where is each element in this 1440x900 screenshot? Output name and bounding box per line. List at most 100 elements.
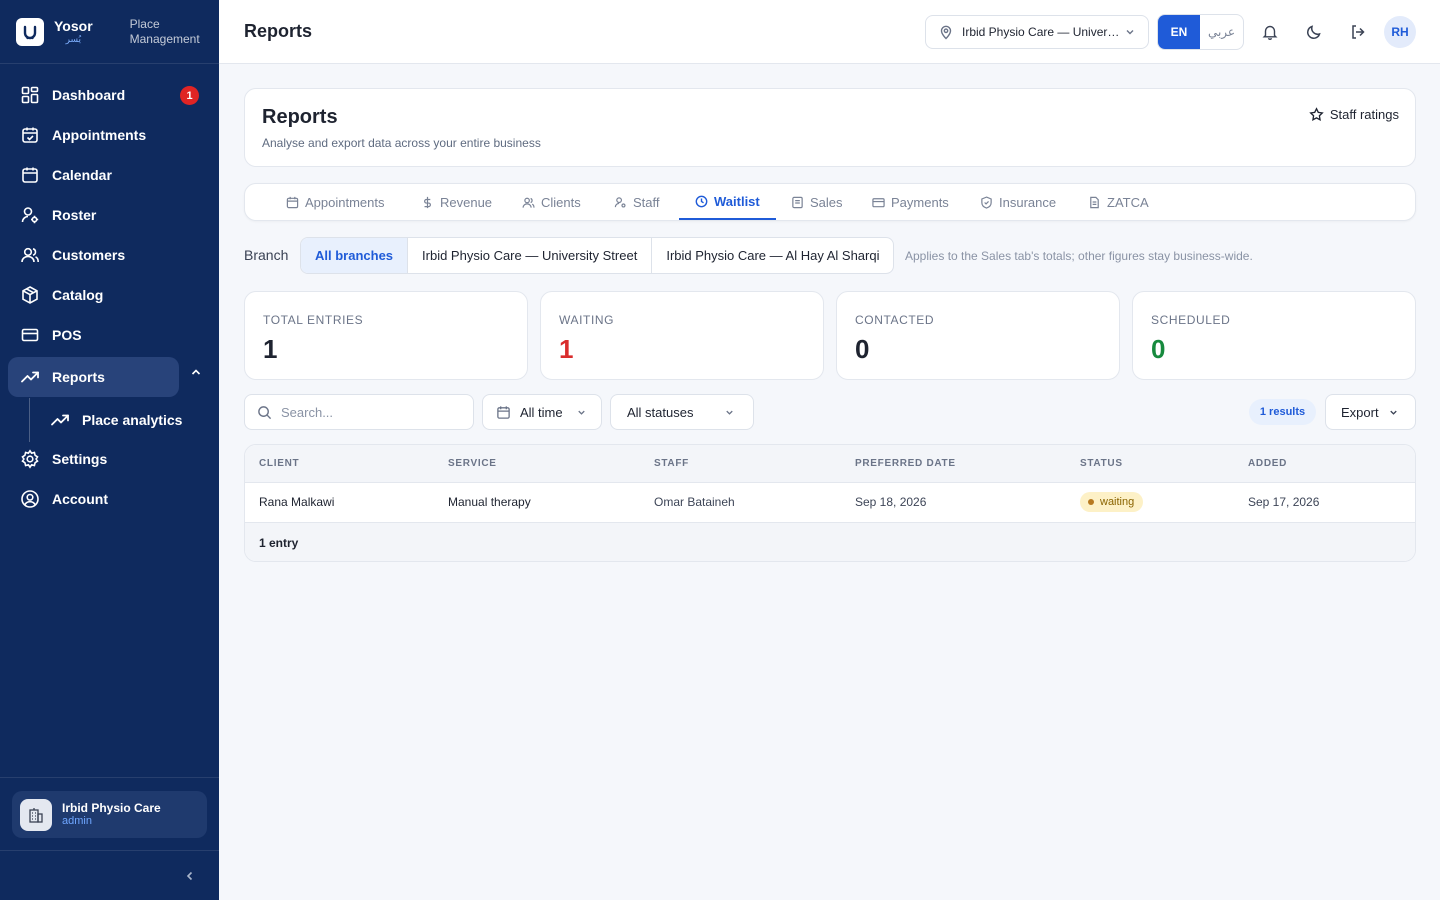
- stat-card-waiting: WAITING 1: [540, 291, 824, 380]
- shield-check-icon: [981, 195, 992, 209]
- moon-icon[interactable]: [1302, 20, 1326, 44]
- staff-ratings-button[interactable]: Staff ratings: [1309, 107, 1399, 122]
- users-icon: [20, 245, 40, 265]
- sidebar-item-appointments[interactable]: Appointments: [8, 115, 211, 155]
- user-gear-icon: [614, 196, 626, 208]
- sidebar-item-label: Customers: [52, 247, 126, 263]
- sidebar-item-settings[interactable]: Settings: [8, 439, 211, 479]
- stat-label: CONTACTED: [855, 313, 935, 327]
- table-header: CLIENT SERVICE STAFF PREFERRED DATE STAT…: [245, 445, 1415, 483]
- status-filter-dropdown[interactable]: All statuses: [610, 394, 754, 430]
- sidebar-item-label: Dashboard: [52, 87, 126, 103]
- chevron-down-icon: [1126, 30, 1134, 35]
- stat-label: SCHEDULED: [1151, 313, 1231, 327]
- branch-select[interactable]: Irbid Physio Care — University Street: [925, 15, 1149, 49]
- stat-value: 1: [559, 334, 574, 364]
- cell-added: Sep 17, 2026: [1248, 495, 1320, 509]
- sidebar-item-label: Appointments: [52, 127, 147, 143]
- column-header[interactable]: ADDED: [1248, 458, 1287, 469]
- map-pin-icon: [940, 25, 952, 40]
- stat-card-contacted: CONTACTED 0: [836, 291, 1120, 380]
- tab-zatca[interactable]: ZATCA: [1088, 184, 1149, 220]
- tab-clients[interactable]: Clients: [522, 184, 581, 220]
- brand-name-ar: يُسر: [65, 34, 82, 44]
- search-input[interactable]: [281, 404, 461, 420]
- calendar-icon: [286, 196, 299, 208]
- calendar-icon: [20, 165, 40, 185]
- column-header[interactable]: SERVICE: [448, 458, 497, 469]
- sidebar-item-roster[interactable]: Roster: [8, 195, 211, 235]
- star-icon: [1309, 107, 1324, 121]
- entry-count: 1 entry: [259, 536, 299, 550]
- org-role: admin: [62, 815, 92, 828]
- sidebar-item-dashboard[interactable]: Dashboard 1: [8, 75, 211, 115]
- tab-insurance[interactable]: Insurance: [980, 184, 1056, 220]
- org-switcher[interactable]: Irbid Physio Care admin: [12, 791, 207, 838]
- building-icon: [20, 798, 52, 831]
- status-text: waiting: [1100, 496, 1135, 508]
- tab-label: Sales: [810, 194, 843, 210]
- branch-option-all[interactable]: All branches: [301, 238, 409, 273]
- sidebar-item-catalog[interactable]: Catalog: [8, 275, 211, 315]
- cell-service: Manual therapy: [448, 495, 531, 509]
- yosor-logo-icon[interactable]: [16, 17, 44, 46]
- sidebar-item-label: Reports: [52, 369, 105, 385]
- stat-card-scheduled: SCHEDULED 0: [1132, 291, 1416, 380]
- branch-filter-label: Branch: [244, 247, 289, 263]
- trending-up-icon: [50, 410, 70, 430]
- bell-icon[interactable]: [1258, 20, 1282, 44]
- tab-appointments[interactable]: Appointments: [286, 184, 385, 220]
- sidebar-item-label: Settings: [52, 451, 108, 467]
- report-tabs: Appointments Revenue Clients Staff Waitl…: [244, 183, 1416, 221]
- tab-sales[interactable]: Sales: [791, 184, 843, 220]
- sidebar-item-pos[interactable]: POS: [8, 315, 211, 355]
- trending-up-icon: [20, 367, 40, 387]
- tab-staff[interactable]: Staff: [614, 184, 660, 220]
- tab-label: Payments: [891, 194, 949, 210]
- logout-icon[interactable]: [1346, 20, 1370, 44]
- avatar[interactable]: RH: [1384, 16, 1416, 48]
- sidebar-item-reports[interactable]: Reports: [8, 357, 179, 397]
- branch-option-university-street[interactable]: Irbid Physio Care — University Street: [408, 238, 653, 273]
- search-icon: [258, 405, 272, 419]
- sidebar-item-label: Calendar: [52, 167, 112, 183]
- branch-select-value: Irbid Physio Care — University Street: [962, 25, 1122, 39]
- branch-segmented-control: All branches Irbid Physio Care — Univers…: [300, 237, 895, 274]
- user-circle-icon: [20, 489, 40, 509]
- status-filter-value: All statuses: [627, 404, 694, 420]
- stat-label: WAITING: [559, 313, 615, 327]
- sidebar-item-customers[interactable]: Customers: [8, 235, 211, 275]
- sidebar-item-calendar[interactable]: Calendar: [8, 155, 211, 195]
- org-name: Irbid Physio Care: [62, 800, 161, 815]
- date-filter-value: All time: [520, 404, 563, 420]
- sidebar-item-place-analytics[interactable]: Place analytics: [40, 400, 182, 440]
- sidebar-item-account[interactable]: Account: [8, 479, 211, 519]
- column-header[interactable]: STATUS: [1080, 458, 1123, 469]
- results-count-badge: 1 results: [1249, 399, 1316, 425]
- collapse-sidebar-button[interactable]: [0, 850, 219, 900]
- cell-client: Rana Malkawi: [259, 495, 335, 509]
- stat-value: 0: [855, 334, 870, 364]
- branch-option-al-hay-al-sharqi[interactable]: Irbid Physio Care — Al Hay Al Sharqi: [652, 238, 893, 273]
- sidebar-nav: Dashboard 1 Appointments Calendar Roster: [0, 64, 219, 519]
- column-header[interactable]: CLIENT: [259, 458, 299, 469]
- lang-en-button[interactable]: EN: [1158, 15, 1200, 49]
- dashboard-grid-icon: [20, 85, 40, 105]
- table-footer: 1 entry: [245, 522, 1415, 561]
- lang-ar-button[interactable]: عربي: [1200, 15, 1243, 49]
- sidebar: Yosor يُسر Place Management Dashboard 1 …: [0, 0, 219, 900]
- export-button[interactable]: Export: [1325, 394, 1416, 430]
- status-dot: [1088, 499, 1094, 505]
- tab-revenue[interactable]: Revenue: [421, 184, 492, 220]
- table-row[interactable]: Rana Malkawi Manual therapy Omar Bataine…: [245, 483, 1415, 522]
- chevron-up-icon[interactable]: [188, 364, 204, 380]
- tab-waitlist[interactable]: Waitlist: [679, 184, 776, 220]
- column-header[interactable]: STAFF: [654, 458, 689, 469]
- date-filter-dropdown[interactable]: All time: [482, 394, 602, 430]
- stat-card-total-entries: TOTAL ENTRIES 1: [244, 291, 528, 380]
- reports-submenu: Place analytics: [29, 398, 219, 442]
- tab-payments[interactable]: Payments: [872, 184, 949, 220]
- notification-badge: 1: [180, 86, 199, 105]
- column-header[interactable]: PREFERRED DATE: [855, 458, 956, 469]
- reports-title: Reports: [262, 106, 338, 128]
